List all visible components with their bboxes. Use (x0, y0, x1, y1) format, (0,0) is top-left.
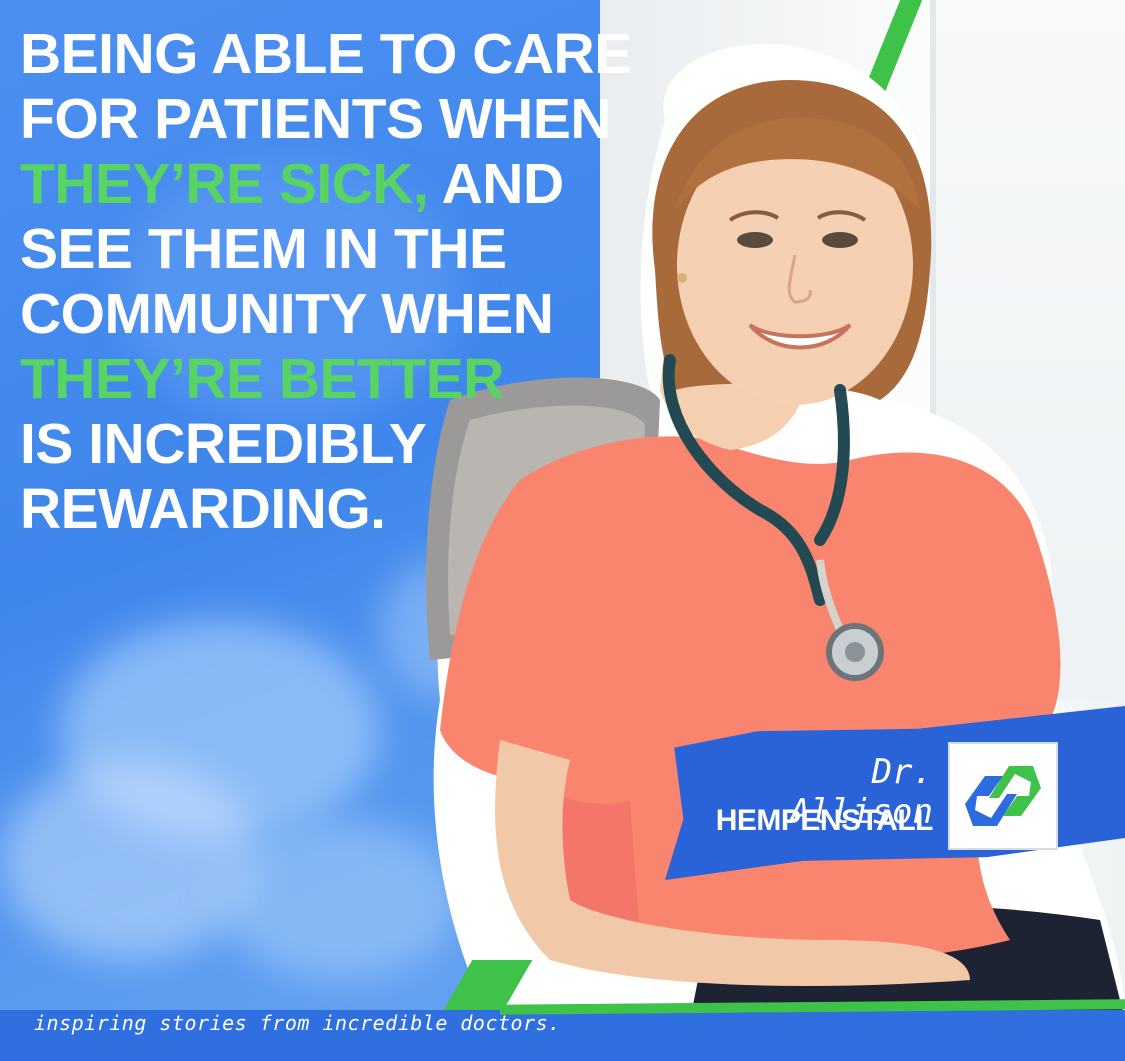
name-banner: Dr. Allison HEMPENSTALL (665, 700, 1125, 880)
quote-line: COMMUNITY WHEN (20, 282, 554, 346)
quote-line: REWARDING. (20, 477, 386, 541)
tagline: inspiring stories from incredible doctor… (34, 1011, 561, 1035)
doctor-last-name: HEMPENSTALL (715, 804, 934, 837)
quote-text: BEING ABLE TO CARE FOR PATIENTS WHEN THE… (20, 22, 700, 542)
quote-line: FOR PATIENTS WHEN (20, 87, 612, 151)
quote-line-rest: AND (428, 152, 565, 216)
quote-line: BEING ABLE TO CARE (20, 22, 632, 86)
infinity-link-logo-icon (965, 766, 1041, 826)
poster: BEING ABLE TO CARE FOR PATIENTS WHEN THE… (0, 0, 1125, 1061)
quote-highlight: THEY’RE BETTER (20, 347, 504, 411)
quote-line: THEY’RE SICK, AND (20, 152, 700, 217)
quote-line: SEE THEM IN THE (20, 217, 507, 281)
logo-box (948, 742, 1058, 850)
watercolor-blot (0, 760, 260, 960)
quote-highlight: THEY’RE SICK, (20, 152, 429, 216)
quote-line: IS INCREDIBLY (20, 412, 427, 476)
